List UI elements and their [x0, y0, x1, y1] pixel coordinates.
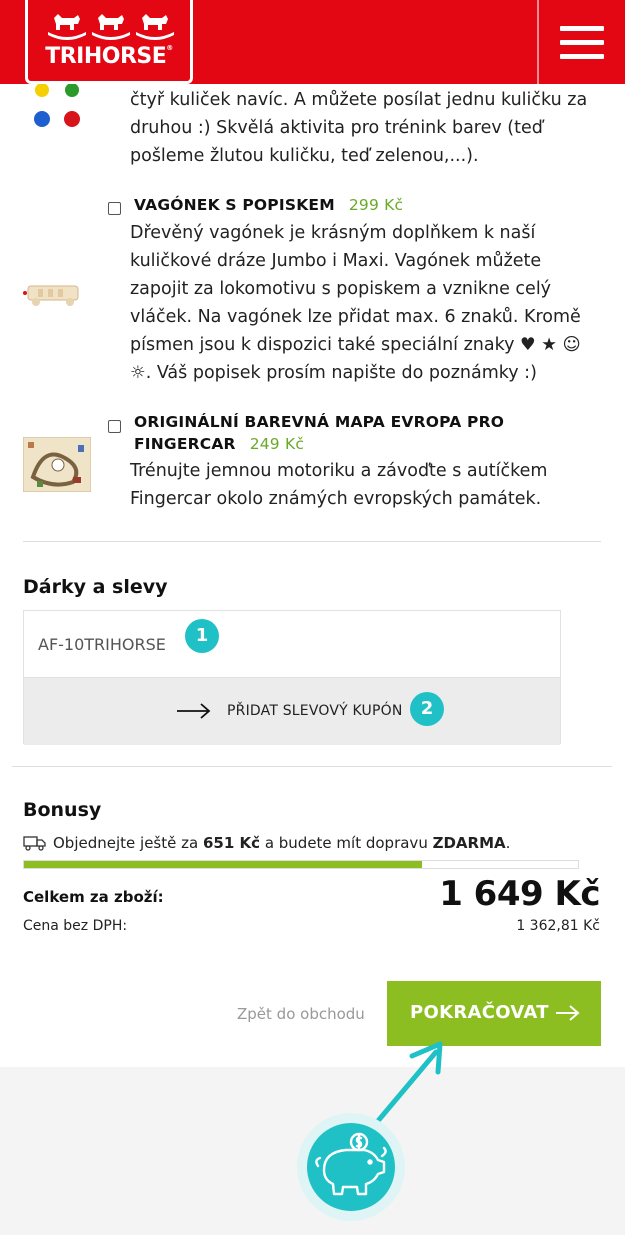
gifts-section-title: Dárky a slevy: [23, 576, 168, 598]
back-to-shop-link[interactable]: Zpět do obchodu: [237, 1005, 365, 1023]
product-title: VAGÓNEK S POPISKEM 299 Kč: [134, 196, 404, 214]
product-description: Dřevěný vagónek je krásným doplňkem k na…: [130, 223, 581, 383]
continue-button[interactable]: POKRAČOVAT: [387, 981, 601, 1046]
rocking-horses-icon: [48, 14, 174, 40]
product-title: ORIGINÁLNÍ BAREVNÁ MAPA EVROPA PRO FINGE…: [134, 413, 505, 453]
arrow-right-icon: [177, 703, 211, 719]
colored-balls-thumbnail: [34, 84, 80, 127]
total-label: Celkem za zboží:: [23, 888, 164, 906]
page-footer-area: [0, 1067, 625, 1235]
product-price: 249 Kč: [249, 435, 305, 453]
logo-wordmark: TRIHORSE®: [45, 44, 173, 69]
net-price-value: 1 362,81 Kč: [516, 918, 600, 934]
free-shipping-message: Objednejte ještě za 651 Kč a budete mít …: [23, 834, 510, 852]
net-price-label: Cena bez DPH:: [23, 918, 128, 934]
section-divider: [12, 766, 612, 767]
coupon-form: PŘIDAT SLEVOVÝ KUPÓN: [23, 610, 561, 745]
site-header: TRIHORSE®: [0, 0, 625, 84]
step-badge-2: 2: [410, 692, 444, 726]
step-badge-1: 1: [185, 619, 219, 653]
add-coupon-button[interactable]: PŘIDAT SLEVOVÝ KUPÓN: [24, 677, 560, 745]
product-description: Trénujte jemnou motoriku a závoďte s aut…: [130, 461, 548, 509]
europe-map-thumbnail: [23, 437, 91, 492]
progress-fill: [24, 861, 422, 868]
product-description: čtyř kuliček navíc. A můžete posílat jed…: [130, 90, 588, 166]
arrow-right-icon: [556, 1005, 580, 1021]
trihorse-logo[interactable]: TRIHORSE®: [25, 0, 193, 84]
continue-label: POKRAČOVAT: [410, 1002, 549, 1023]
add-product-checkbox[interactable]: [108, 202, 121, 215]
hamburger-menu-icon[interactable]: [556, 22, 608, 62]
bonus-section-title: Bonusy: [23, 799, 102, 821]
coupon-input[interactable]: [24, 611, 560, 677]
product-price: 299 Kč: [348, 196, 404, 214]
total-price: 1 649 Kč: [439, 874, 600, 914]
wagon-thumbnail: [23, 285, 79, 306]
add-product-checkbox[interactable]: [108, 420, 121, 433]
header-divider: [537, 0, 539, 84]
add-coupon-label: PŘIDAT SLEVOVÝ KUPÓN: [227, 703, 403, 719]
truck-icon: [23, 836, 46, 851]
section-divider: [23, 541, 601, 542]
free-shipping-progress: [23, 860, 579, 869]
